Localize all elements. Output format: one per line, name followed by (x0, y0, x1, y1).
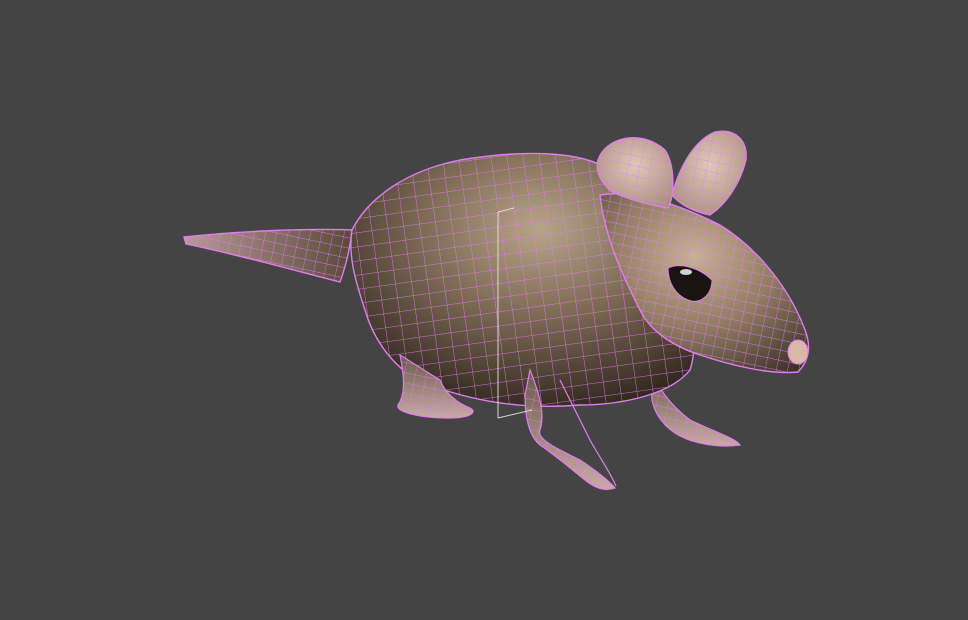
viewport-canvas[interactable] (0, 0, 968, 620)
mouse-ear-right[interactable] (671, 130, 747, 216)
mouse-nose (787, 339, 809, 365)
3d-viewport[interactable] (0, 0, 968, 620)
mouse-tail[interactable] (183, 228, 353, 283)
